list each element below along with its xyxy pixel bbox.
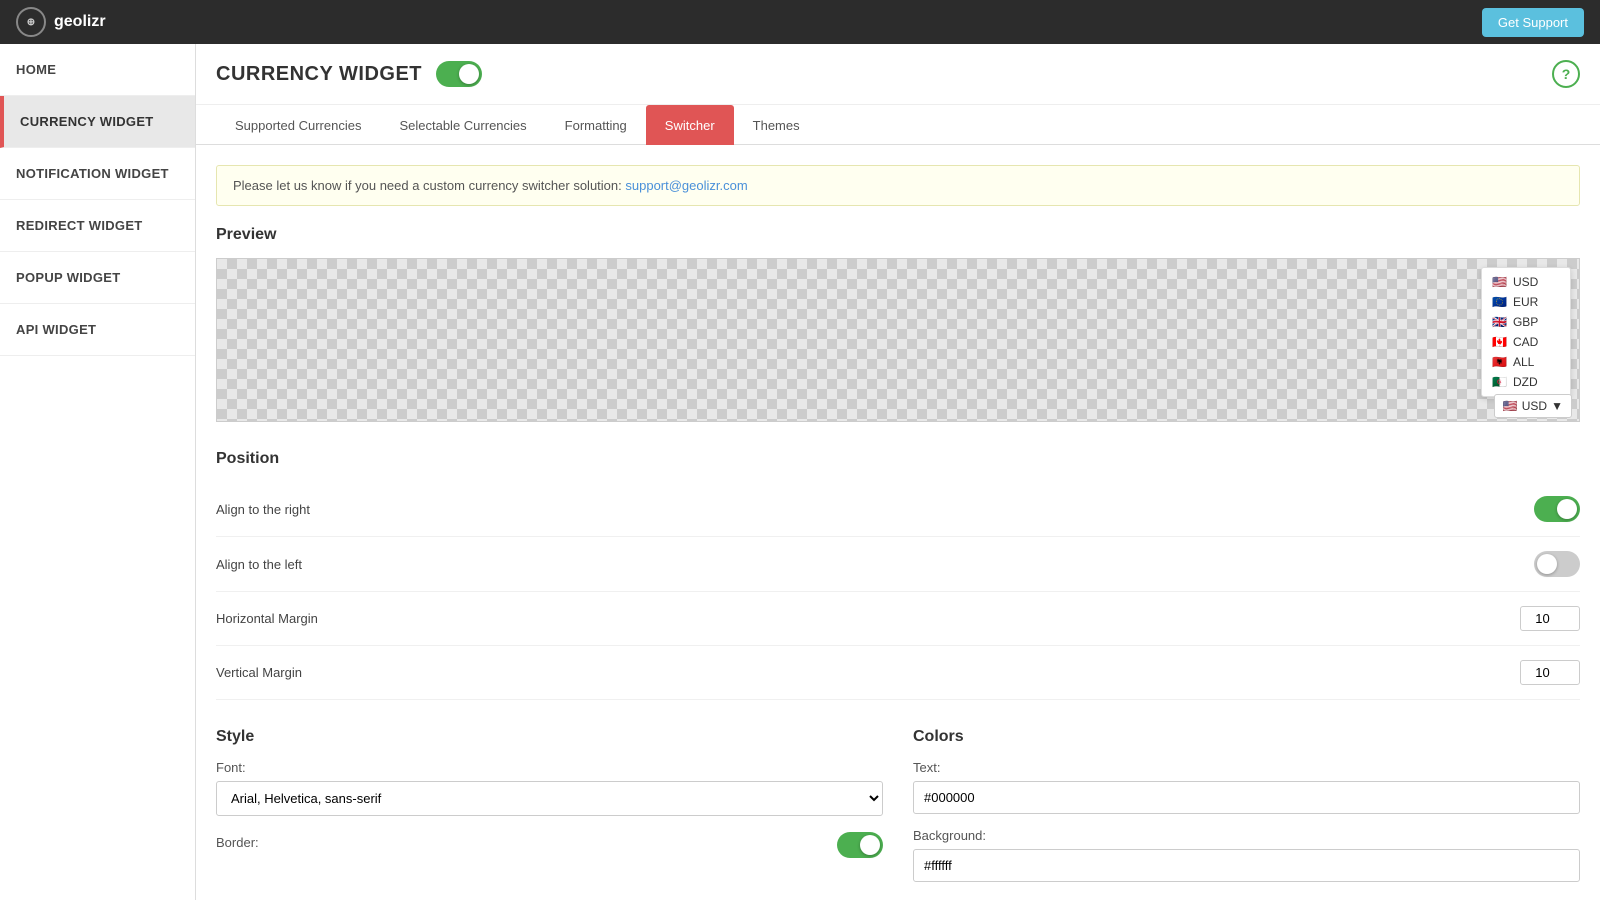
preview-item-gbp: 🇬🇧 GBP xyxy=(1482,312,1570,332)
topbar: ⊕ geolizr Get Support xyxy=(0,0,1600,44)
text-color-label: Text: xyxy=(913,760,1580,775)
align-right-slider xyxy=(1534,496,1580,522)
style-section: Style Font: Arial, Helvetica, sans-serif… xyxy=(216,728,883,896)
border-toggle[interactable] xyxy=(837,832,883,858)
style-title: Style xyxy=(216,728,883,746)
border-slider xyxy=(837,832,883,858)
page-title-row: CURRENCY WIDGET xyxy=(216,61,482,87)
align-left-toggle[interactable] xyxy=(1534,551,1580,577)
background-color-group: Background: xyxy=(913,828,1580,882)
text-color-input[interactable] xyxy=(913,781,1580,814)
colors-title: Colors xyxy=(913,728,1580,746)
preview-selected-currency[interactable]: 🇺🇸 USD ▼ xyxy=(1494,394,1572,418)
sidebar-item-currency-widget[interactable]: CURRENCY WIDGET xyxy=(0,96,195,148)
sidebar-item-popup-widget[interactable]: POPUP WIDGET xyxy=(0,252,195,304)
sidebar-item-notification-widget[interactable]: NOTIFICATION WIDGET xyxy=(0,148,195,200)
get-support-button[interactable]: Get Support xyxy=(1482,8,1584,37)
position-section: Position Align to the right Align to the… xyxy=(216,450,1580,700)
sidebar-item-home[interactable]: HOME xyxy=(0,44,195,96)
tab-switcher[interactable]: Switcher xyxy=(646,105,734,145)
vertical-margin-input[interactable] xyxy=(1520,660,1580,685)
main-content: CURRENCY WIDGET ? Supported Currencies S… xyxy=(196,44,1600,900)
align-right-row: Align to the right xyxy=(216,482,1580,537)
toggle-slider xyxy=(436,61,482,87)
preview-widget: 🇺🇸 USD 🇪🇺 EUR 🇬🇧 GBP 🇨🇦 xyxy=(1481,267,1571,397)
align-right-label: Align to the right xyxy=(216,502,310,517)
text-color-group: Text: xyxy=(913,760,1580,814)
preview-item-dzd: 🇩🇿 DZD xyxy=(1482,372,1570,392)
vertical-margin-row: Vertical Margin xyxy=(216,646,1580,700)
align-left-slider xyxy=(1534,551,1580,577)
background-color-label: Background: xyxy=(913,828,1580,843)
preview-checkerboard: 🇺🇸 USD 🇪🇺 EUR 🇬🇧 GBP 🇨🇦 xyxy=(216,258,1580,422)
page-header: CURRENCY WIDGET ? xyxy=(196,44,1600,105)
logo: ⊕ geolizr xyxy=(16,7,106,37)
layout: HOME CURRENCY WIDGET NOTIFICATION WIDGET… xyxy=(0,44,1600,900)
preview-item-cad: 🇨🇦 CAD xyxy=(1482,332,1570,352)
font-label: Font: xyxy=(216,760,883,775)
font-select[interactable]: Arial, Helvetica, sans-serif Georgia, se… xyxy=(216,781,883,816)
tab-supported-currencies[interactable]: Supported Currencies xyxy=(216,105,380,145)
font-group: Font: Arial, Helvetica, sans-serif Georg… xyxy=(216,760,883,816)
preview-item-eur: 🇪🇺 EUR xyxy=(1482,292,1570,312)
support-link[interactable]: support@geolizr.com xyxy=(625,178,747,193)
tabs: Supported Currencies Selectable Currenci… xyxy=(196,105,1600,145)
tab-formatting[interactable]: Formatting xyxy=(546,105,646,145)
border-label: Border: xyxy=(216,835,259,850)
border-row: Border: xyxy=(216,832,883,858)
align-left-row: Align to the left xyxy=(216,537,1580,592)
logo-icon: ⊕ xyxy=(16,7,46,37)
sidebar-item-api-widget[interactable]: API WIDGET xyxy=(0,304,195,356)
help-icon[interactable]: ? xyxy=(1552,60,1580,88)
align-left-label: Align to the left xyxy=(216,557,302,572)
preview-area: Preview 🇺🇸 USD 🇪🇺 EUR 🇬🇧 xyxy=(216,226,1580,426)
content-area: Please let us know if you need a custom … xyxy=(196,145,1600,900)
style-colors-section: Style Font: Arial, Helvetica, sans-serif… xyxy=(216,728,1580,896)
horizontal-margin-label: Horizontal Margin xyxy=(216,611,318,626)
sidebar: HOME CURRENCY WIDGET NOTIFICATION WIDGET… xyxy=(0,44,196,900)
align-right-toggle[interactable] xyxy=(1534,496,1580,522)
preview-item-all: 🇦🇱 ALL xyxy=(1482,352,1570,372)
position-title: Position xyxy=(216,450,1580,468)
preview-title: Preview xyxy=(216,226,1580,244)
preview-item-usd: 🇺🇸 USD xyxy=(1482,272,1570,292)
horizontal-margin-row: Horizontal Margin xyxy=(216,592,1580,646)
tab-themes[interactable]: Themes xyxy=(734,105,819,145)
info-banner: Please let us know if you need a custom … xyxy=(216,165,1580,206)
vertical-margin-label: Vertical Margin xyxy=(216,665,302,680)
colors-section: Colors Text: Background: xyxy=(913,728,1580,896)
page-toggle[interactable] xyxy=(436,61,482,87)
tab-selectable-currencies[interactable]: Selectable Currencies xyxy=(380,105,545,145)
background-color-input[interactable] xyxy=(913,849,1580,882)
logo-text: geolizr xyxy=(54,13,106,31)
horizontal-margin-input[interactable] xyxy=(1520,606,1580,631)
page-title: CURRENCY WIDGET xyxy=(216,63,422,86)
sidebar-item-redirect-widget[interactable]: REDIRECT WIDGET xyxy=(0,200,195,252)
